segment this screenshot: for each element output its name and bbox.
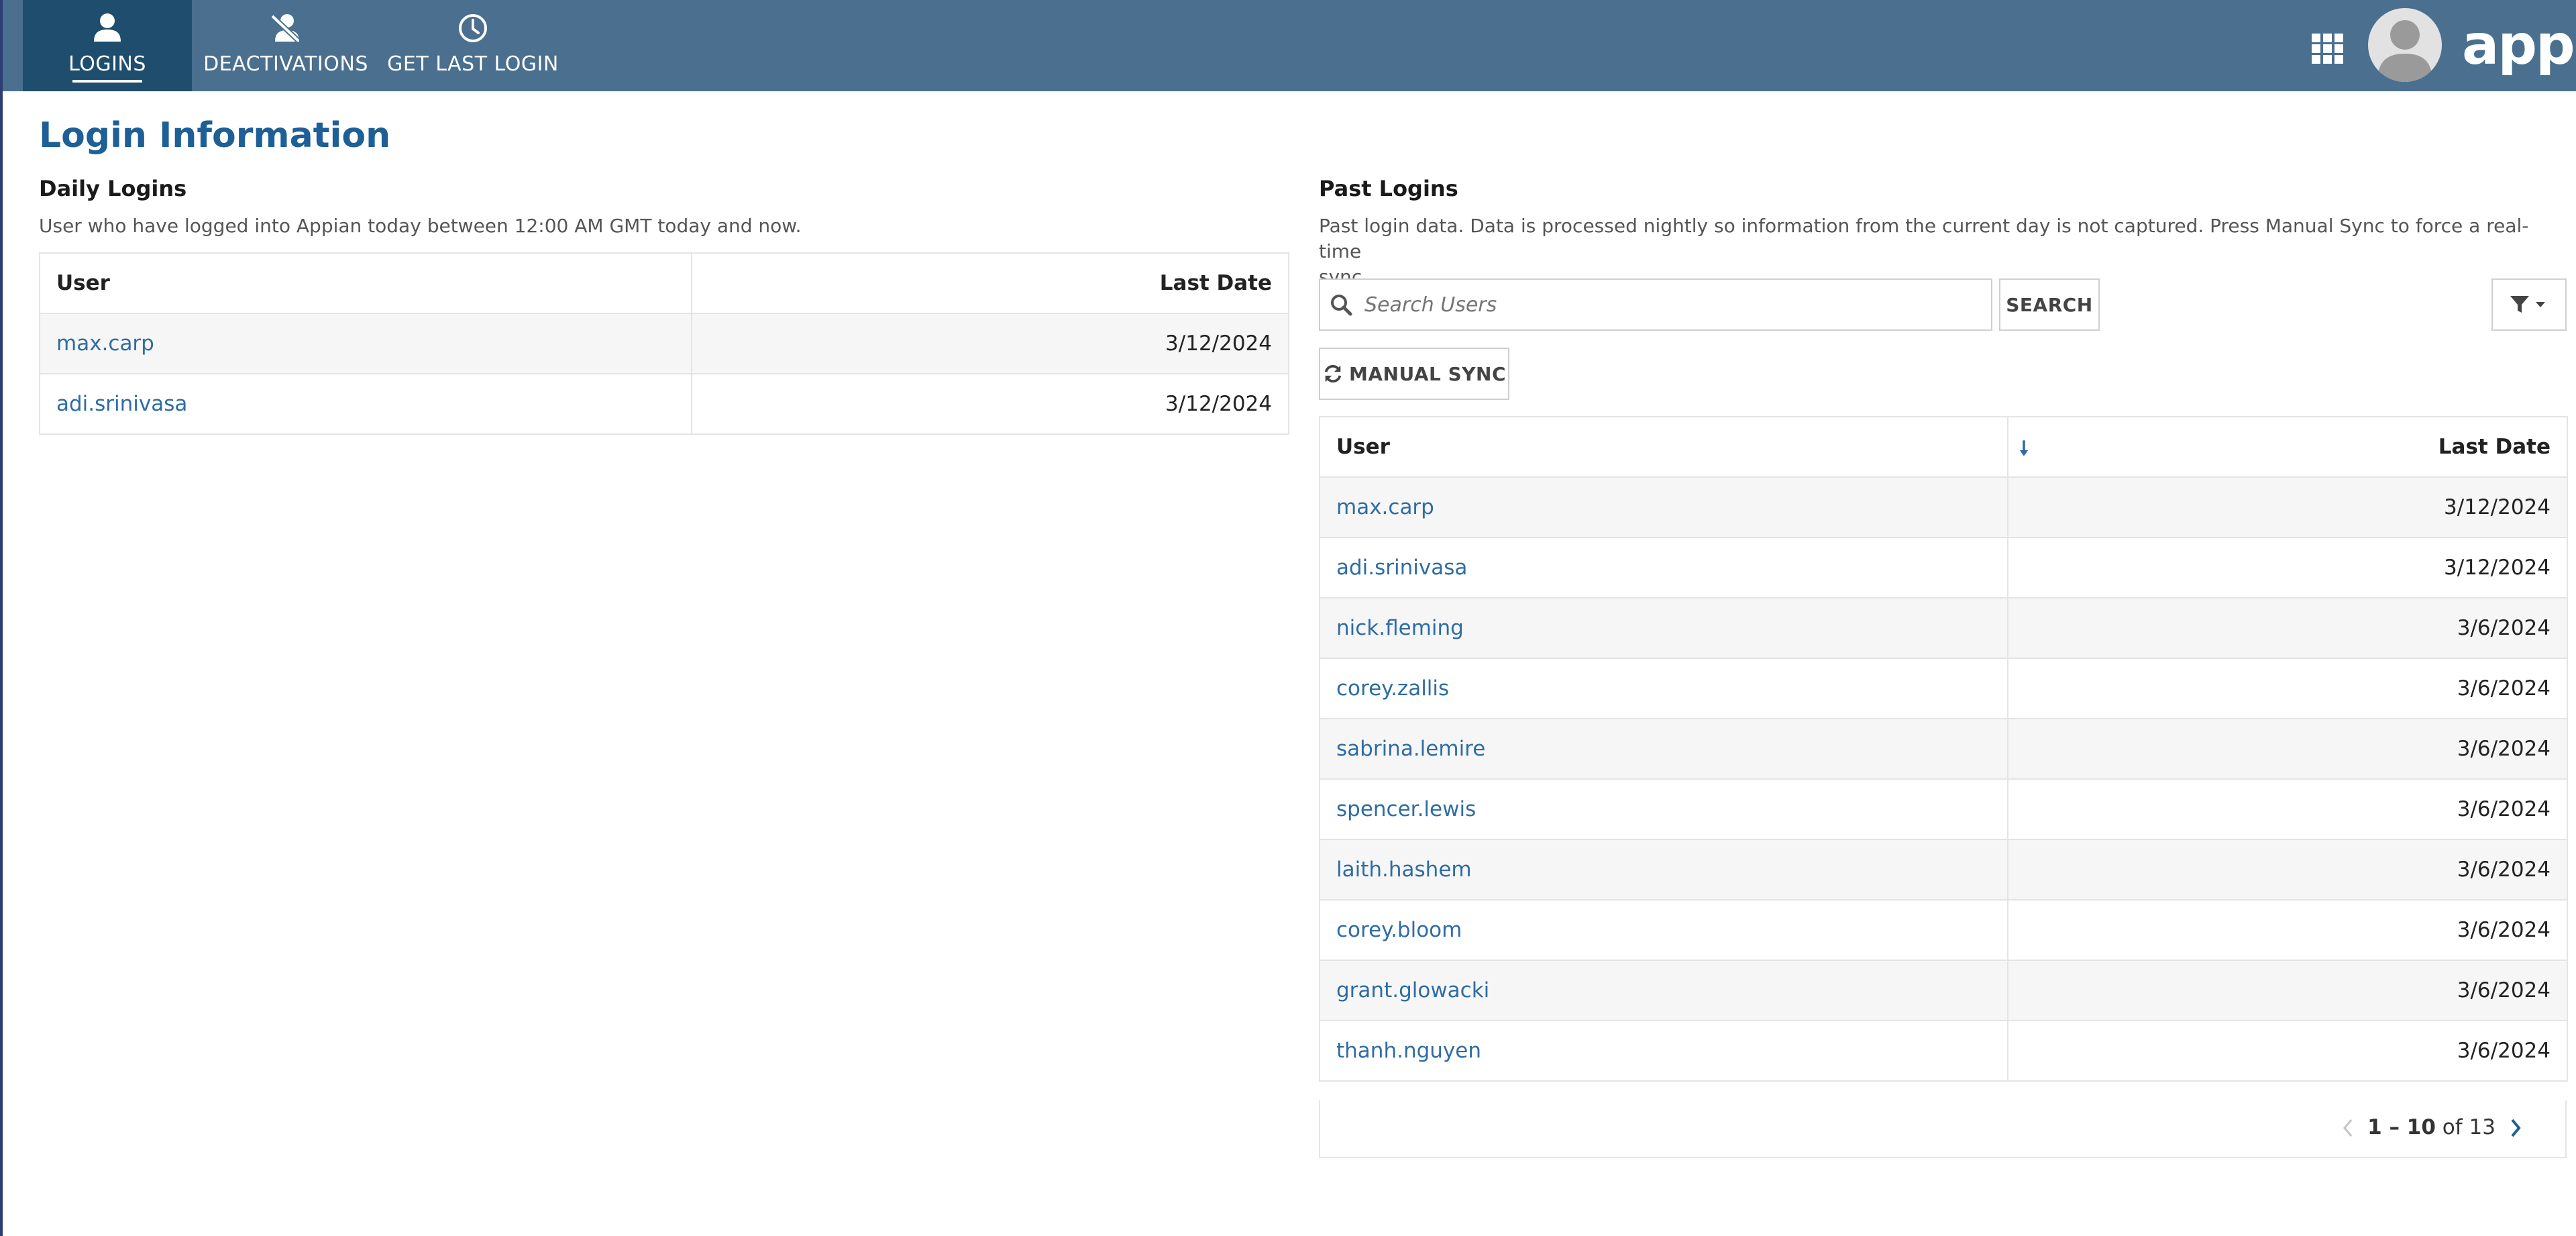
- user-link[interactable]: adi.srinivasa: [56, 392, 187, 416]
- active-tab-underline: [72, 80, 142, 83]
- manual-sync-label: MANUAL SYNC: [1348, 362, 1507, 385]
- filter-dropdown-button[interactable]: [2491, 278, 2567, 331]
- last-date-cell: 3/6/2024: [2007, 718, 2568, 780]
- table-row: nick.fleming 3/6/2024: [1319, 597, 2568, 659]
- search-field[interactable]: [1319, 278, 1992, 331]
- column-header-last-date[interactable]: Last Date: [2007, 416, 2568, 478]
- column-header-user[interactable]: User: [1319, 416, 2008, 478]
- description-line: Past login data. Data is processed night…: [1319, 215, 2529, 262]
- user-link[interactable]: max.carp: [1336, 495, 1434, 519]
- table-row: corey.bloom 3/6/2024: [1319, 899, 2568, 961]
- table-row: sabrina.lemire 3/6/2024: [1319, 718, 2568, 780]
- tab-logins[interactable]: LOGINS: [23, 0, 192, 91]
- last-date-cell: 3/6/2024: [2007, 778, 2568, 840]
- tab-label: DEACTIVATIONS: [203, 52, 368, 76]
- manual-sync-button[interactable]: MANUAL SYNC: [1319, 348, 1509, 400]
- user-link[interactable]: grant.glowacki: [1336, 978, 1489, 1002]
- search-icon: [1331, 295, 1352, 316]
- user-link[interactable]: thanh.nguyen: [1336, 1039, 1481, 1063]
- tab-get-last-login[interactable]: GET LAST LOGIN: [386, 0, 559, 91]
- search-input[interactable]: [1363, 292, 1970, 317]
- column-header-label: Last Date: [2438, 435, 2551, 459]
- tab-deactivations[interactable]: DEACTIVATIONS: [199, 0, 373, 91]
- daily-logins-title: Daily Logins: [39, 176, 187, 201]
- sort-descending-icon: [2019, 440, 2029, 456]
- user-link[interactable]: corey.bloom: [1336, 918, 1462, 942]
- refresh-icon: [1324, 364, 1342, 383]
- table-row: max.carp 3/12/2024: [39, 313, 1289, 374]
- table-row: thanh.nguyen 3/6/2024: [1319, 1020, 2568, 1082]
- last-date-cell: 3/6/2024: [2007, 960, 2568, 1021]
- daily-logins-table: User Last Date max.carp 3/12/2024 adi.sr…: [39, 252, 1289, 435]
- appian-logo: appian: [2462, 13, 2576, 77]
- user-link[interactable]: laith.hashem: [1336, 858, 1472, 882]
- last-date-cell: 3/6/2024: [2007, 658, 2568, 719]
- table-row: corey.zallis 3/6/2024: [1319, 658, 2568, 719]
- column-header-user[interactable]: User: [39, 252, 692, 314]
- avatar-placeholder-icon: [2377, 20, 2432, 82]
- next-page-icon[interactable]: [2509, 1118, 2522, 1138]
- table-row: spencer.lewis 3/6/2024: [1319, 778, 2568, 840]
- last-date-cell: 3/12/2024: [2007, 476, 2568, 538]
- pagination-of: of: [2442, 1115, 2463, 1139]
- tab-label: GET LAST LOGIN: [387, 52, 559, 76]
- user-link[interactable]: max.carp: [56, 331, 154, 356]
- user-icon: [94, 13, 121, 42]
- top-nav-bar: LOGINS DEACTIVATIONS GET LAST LOGIN app: [0, 0, 2576, 91]
- last-date-cell: 3/12/2024: [2007, 537, 2568, 599]
- past-logins-title: Past Logins: [1319, 176, 1458, 201]
- user-link[interactable]: corey.zallis: [1336, 676, 1449, 701]
- tab-label: LOGINS: [68, 52, 146, 76]
- table-row: adi.srinivasa 3/12/2024: [1319, 537, 2568, 599]
- user-link[interactable]: nick.fleming: [1336, 616, 1464, 640]
- table-row: max.carp 3/12/2024: [1319, 476, 2568, 538]
- window-edge: [0, 0, 3, 1236]
- pagination-bar: 1 – 10 of 13: [1319, 1100, 2567, 1158]
- table-row: laith.hashem 3/6/2024: [1319, 839, 2568, 900]
- last-date-cell: 3/6/2024: [2007, 839, 2568, 900]
- pagination-range: 1 – 10: [2367, 1115, 2436, 1139]
- user-link[interactable]: sabrina.lemire: [1336, 737, 1485, 761]
- avatar[interactable]: [2368, 8, 2442, 82]
- pagination-total: 13: [2469, 1115, 2496, 1139]
- user-link[interactable]: spencer.lewis: [1336, 797, 1476, 821]
- table-header-row: User Last Date: [39, 252, 1289, 314]
- search-button[interactable]: SEARCH: [1999, 278, 2100, 331]
- table-header-row: User Last Date: [1319, 416, 2568, 478]
- column-header-last-date[interactable]: Last Date: [691, 252, 1289, 314]
- daily-logins-description: User who have logged into Appian today b…: [39, 215, 802, 237]
- last-date-cell: 3/12/2024: [691, 313, 1289, 374]
- table-row: adi.srinivasa 3/12/2024: [39, 373, 1289, 435]
- last-date-cell: 3/6/2024: [2007, 597, 2568, 659]
- pagination-text: 1 – 10 of 13: [2367, 1115, 2496, 1139]
- last-date-cell: 3/6/2024: [2007, 1020, 2568, 1082]
- table-row: grant.glowacki 3/6/2024: [1319, 960, 2568, 1021]
- page-title: Login Information: [39, 115, 391, 156]
- last-date-cell: 3/6/2024: [2007, 899, 2568, 961]
- last-date-cell: 3/12/2024: [691, 373, 1289, 435]
- user-slash-icon: [270, 14, 300, 42]
- past-logins-table: User Last Date max.carp 3/12/2024 adi.sr…: [1319, 416, 2568, 1082]
- clock-icon: [459, 14, 487, 42]
- app-launcher-grid-icon[interactable]: [2312, 34, 2344, 64]
- filter-icon: [2510, 296, 2545, 313]
- user-link[interactable]: adi.srinivasa: [1336, 556, 1467, 580]
- previous-page-icon[interactable]: [2341, 1118, 2355, 1138]
